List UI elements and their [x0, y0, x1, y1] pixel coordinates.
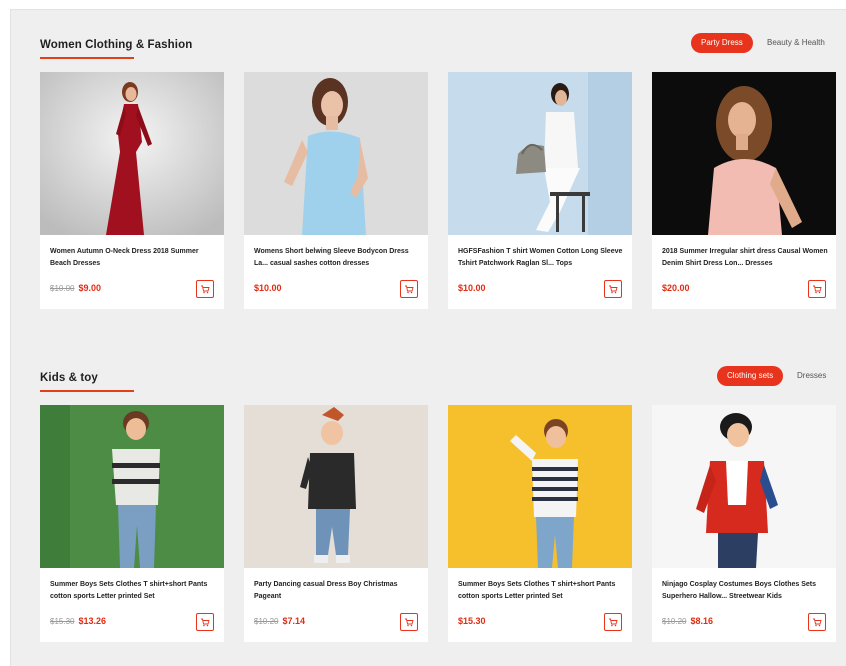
product-image[interactable] — [652, 72, 836, 235]
cart-icon — [201, 285, 210, 294]
tab-beauty-health[interactable]: Beauty & Health — [757, 33, 835, 53]
current-price: $7.14 — [282, 616, 305, 626]
product-title[interactable]: Summer Boys Sets Clothes T shirt+short P… — [50, 579, 218, 603]
section-title: Women Clothing & Fashion — [40, 39, 193, 51]
title-underline — [40, 390, 134, 392]
product-image[interactable] — [244, 72, 428, 235]
add-to-cart-button[interactable] — [196, 280, 214, 298]
current-price: $20.00 — [662, 283, 690, 293]
add-to-cart-button[interactable] — [400, 280, 418, 298]
old-price: $10.20 — [254, 617, 279, 626]
cart-icon — [405, 618, 414, 627]
product-title[interactable]: Ninjago Cosplay Costumes Boys Clothes Se… — [662, 579, 830, 603]
product-title[interactable]: 2018 Summer Irregular shirt dress Causal… — [662, 246, 830, 270]
product-image[interactable] — [448, 72, 632, 235]
cart-icon — [813, 285, 822, 294]
product-image[interactable] — [40, 72, 224, 235]
add-to-cart-button[interactable] — [808, 280, 826, 298]
product-card[interactable]: HGFSFashion T shirt Women Cotton Long Sl… — [448, 72, 632, 309]
cart-icon — [609, 285, 618, 294]
old-price: $10.20 — [662, 617, 687, 626]
add-to-cart-button[interactable] — [400, 613, 418, 631]
tab-clothing-sets[interactable]: Clothing sets — [717, 366, 784, 386]
product-image[interactable] — [40, 405, 224, 568]
product-prices: $10.20 $8.16 — [662, 616, 713, 626]
product-title[interactable]: Women Autumn O-Neck Dress 2018 Summer Be… — [50, 246, 218, 270]
product-title[interactable]: Summer Boys Sets Clothes T shirt+short P… — [458, 579, 626, 603]
current-price: $15.30 — [458, 616, 486, 626]
product-prices: $10.00 — [458, 283, 486, 293]
page-frame: Women Clothing & Fashion Party Dress Bea… — [10, 9, 846, 666]
cart-icon — [405, 285, 414, 294]
product-card[interactable]: Womens Short belwing Sleeve Bodycon Dres… — [244, 72, 428, 309]
current-price: $8.16 — [690, 616, 713, 626]
title-underline — [40, 57, 134, 59]
product-card[interactable]: Summer Boys Sets Clothes T shirt+short P… — [40, 405, 224, 642]
section-title: Kids & toy — [40, 372, 98, 384]
product-image[interactable] — [448, 405, 632, 568]
product-card[interactable]: Ninjago Cosplay Costumes Boys Clothes Se… — [652, 405, 836, 642]
cart-icon — [813, 618, 822, 627]
product-image[interactable] — [244, 405, 428, 568]
product-prices: $10.00 — [254, 283, 282, 293]
current-price: $9.00 — [78, 283, 101, 293]
current-price: $10.00 — [458, 283, 486, 293]
add-to-cart-button[interactable] — [604, 613, 622, 631]
product-card[interactable]: Women Autumn O-Neck Dress 2018 Summer Be… — [40, 72, 224, 309]
current-price: $10.00 — [254, 283, 282, 293]
cart-icon — [201, 618, 210, 627]
product-prices: $10.20 $7.14 — [254, 616, 305, 626]
tab-dresses[interactable]: Dresses — [787, 366, 836, 386]
product-title[interactable]: Party Dancing casual Dress Boy Christmas… — [254, 579, 422, 603]
product-prices: $10.00 $9.00 — [50, 283, 101, 293]
add-to-cart-button[interactable] — [196, 613, 214, 631]
tab-party-dress[interactable]: Party Dress — [691, 33, 753, 53]
product-title[interactable]: Womens Short belwing Sleeve Bodycon Dres… — [254, 246, 422, 270]
product-title[interactable]: HGFSFashion T shirt Women Cotton Long Sl… — [458, 246, 626, 270]
current-price: $13.26 — [78, 616, 106, 626]
cart-icon — [609, 618, 618, 627]
product-prices: $15.30 $13.26 — [50, 616, 106, 626]
product-prices: $20.00 — [662, 283, 690, 293]
product-prices: $15.30 — [458, 616, 486, 626]
product-card[interactable]: Summer Boys Sets Clothes T shirt+short P… — [448, 405, 632, 642]
product-image[interactable] — [652, 405, 836, 568]
product-card[interactable]: 2018 Summer Irregular shirt dress Causal… — [652, 72, 836, 309]
add-to-cart-button[interactable] — [808, 613, 826, 631]
add-to-cart-button[interactable] — [604, 280, 622, 298]
product-card[interactable]: Party Dancing casual Dress Boy Christmas… — [244, 405, 428, 642]
old-price: $10.00 — [50, 284, 75, 293]
old-price: $15.30 — [50, 617, 75, 626]
